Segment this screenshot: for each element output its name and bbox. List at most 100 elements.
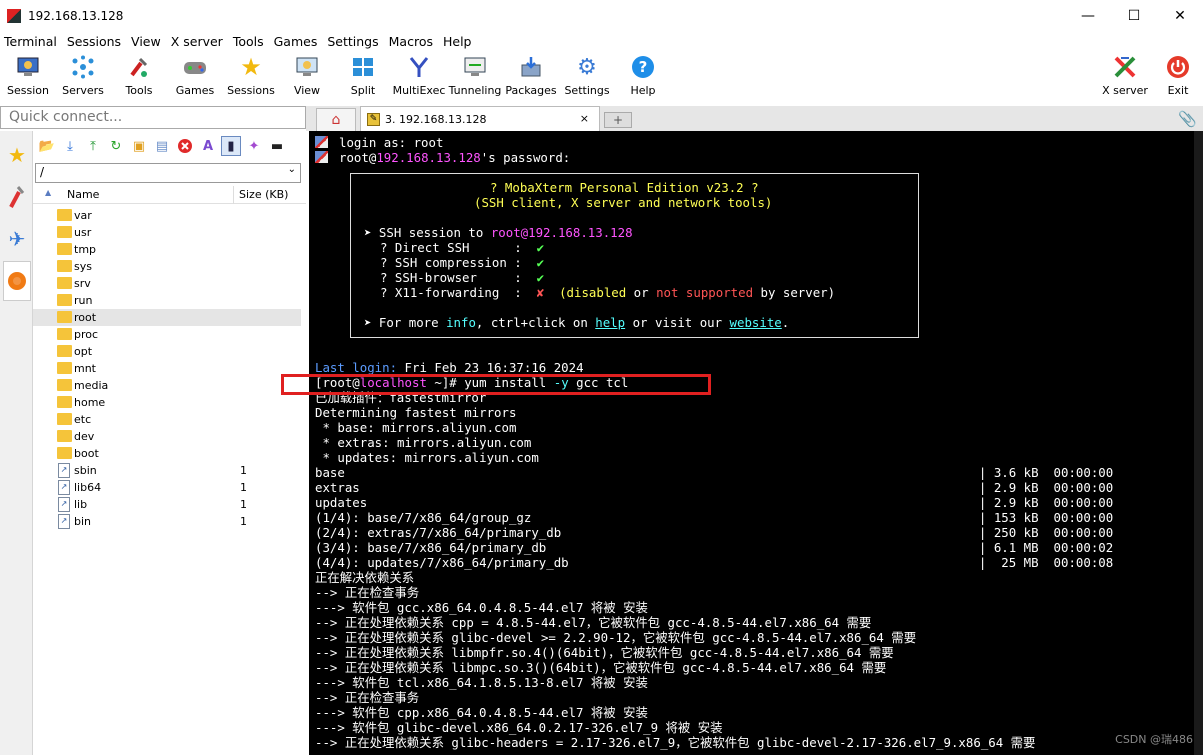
terminal-output-line: (2/4): extras/7/x86_64/primary_db | 250 … [315, 525, 1114, 540]
help-button[interactable]: ? Help [615, 51, 671, 103]
sidebar-macros-icon[interactable]: ✈ [3, 219, 31, 259]
new-file-icon[interactable]: ▤ [152, 136, 172, 156]
refresh-icon[interactable]: ↻ [106, 136, 126, 156]
sidebar-sessions-star-icon[interactable]: ★ [3, 135, 31, 175]
column-name[interactable]: Name [67, 188, 99, 201]
packages-button[interactable]: Packages [503, 51, 559, 103]
menu-tools[interactable]: Tools [233, 34, 264, 49]
file-row[interactable]: ↗ bin 1 [33, 513, 301, 530]
terminal-pane[interactable]: login as: root root@192.168.13.128's pas… [309, 131, 1203, 755]
file-row[interactable]: proc [33, 326, 301, 343]
sidebar-sftp-icon[interactable] [3, 261, 31, 301]
tunneling-button[interactable]: Tunneling [447, 51, 503, 103]
wand-icon[interactable]: ✦ [244, 136, 264, 156]
upload-icon[interactable]: ⤒ [83, 136, 103, 156]
terminal-tab-icon: ✎ [367, 112, 380, 126]
sidebar-strip: ★ ✈ [0, 131, 33, 755]
file-name: home [74, 396, 106, 409]
menu-games[interactable]: Games [274, 34, 318, 49]
file-row[interactable]: etc [33, 411, 301, 428]
maximize-button[interactable]: ☐ [1111, 0, 1157, 31]
servers-icon [70, 54, 96, 80]
website-link[interactable]: website [730, 315, 782, 330]
file-row[interactable]: tmp [33, 241, 301, 258]
file-name: run [74, 294, 93, 307]
terminal-output-line: 正在解决依赖关系 [315, 570, 415, 585]
file-name: lib [74, 498, 88, 511]
menu-macros[interactable]: Macros [389, 34, 433, 49]
minimize-button[interactable]: — [1065, 0, 1111, 31]
file-name: var [74, 209, 92, 222]
file-row[interactable]: ↗ lib64 1 [33, 479, 301, 496]
tools-button[interactable]: Tools [111, 51, 167, 103]
file-row[interactable]: mnt [33, 360, 301, 377]
servers-button[interactable]: Servers [55, 51, 111, 103]
rename-icon[interactable]: A [198, 136, 218, 156]
view-button[interactable]: View [279, 51, 335, 103]
paperclip-icon[interactable]: 📎 [1178, 110, 1197, 128]
last-login-line: Last login: Fri Feb 23 16:37:16 2024 [315, 360, 584, 375]
menu-x-server[interactable]: X server [171, 34, 223, 49]
sessions-button[interactable]: ★ Sessions [223, 51, 279, 103]
file-name: sys [74, 260, 92, 273]
file-row[interactable]: opt [33, 343, 301, 360]
symlink-icon: ↗ [58, 480, 70, 495]
home-tab[interactable]: ⌂ [316, 108, 356, 131]
tab-close-icon[interactable]: × [580, 112, 589, 125]
file-row[interactable]: dev [33, 428, 301, 445]
multiexec-button[interactable]: MultiExec [391, 51, 447, 103]
file-size: 1 [240, 481, 247, 494]
session-icon [15, 54, 41, 80]
file-row[interactable]: usr [33, 224, 301, 241]
games-button[interactable]: Games [167, 51, 223, 103]
sidebar-tools-icon[interactable] [3, 177, 31, 217]
follow-terminal-icon[interactable]: ▮ [221, 136, 241, 156]
x11-forwarding-line: ? X11-forwarding : ✘ (disabled or not su… [380, 285, 836, 300]
folder-icon [57, 362, 72, 374]
new-folder-icon[interactable]: ▣ [129, 136, 149, 156]
file-row[interactable]: var [33, 207, 301, 224]
folder-icon [57, 260, 72, 272]
split-button[interactable]: Split [335, 51, 391, 103]
menu-bar: Terminal Sessions View X server Tools Ga… [0, 31, 1203, 51]
menu-view[interactable]: View [131, 34, 161, 49]
x-server-button[interactable]: X server [1097, 51, 1153, 103]
file-row[interactable]: srv [33, 275, 301, 292]
terminal-icon[interactable]: ▬ [267, 136, 287, 156]
delete-icon[interactable] [175, 136, 195, 156]
column-size[interactable]: Size (KB) [239, 188, 288, 201]
file-row[interactable]: home [33, 394, 301, 411]
close-window-button[interactable]: ✕ [1157, 0, 1203, 31]
session-button[interactable]: Session [0, 51, 56, 103]
download-icon[interactable]: ⤓ [60, 136, 80, 156]
file-row[interactable]: ↗ sbin 1 [33, 462, 301, 479]
chevron-down-icon[interactable]: ⌄ [288, 164, 296, 175]
menu-terminal[interactable]: Terminal [4, 34, 57, 49]
menu-sessions[interactable]: Sessions [67, 34, 121, 49]
file-row[interactable]: root [33, 309, 301, 326]
help-link[interactable]: help [595, 315, 625, 330]
file-row[interactable]: ↗ lib 1 [33, 496, 301, 513]
folder-icon [57, 430, 72, 442]
file-name: bin [74, 515, 92, 528]
tab-session-3[interactable]: ✎ 3. 192.168.13.128 × [360, 106, 600, 131]
terminal-scrollbar[interactable] [1194, 131, 1203, 755]
file-name: media [74, 379, 109, 392]
settings-button[interactable]: ⚙ Settings [559, 51, 615, 103]
menu-help[interactable]: Help [443, 34, 472, 49]
file-row[interactable]: boot [33, 445, 301, 462]
parent-folder-icon[interactable]: 📂 [37, 136, 57, 156]
file-row[interactable]: run [33, 292, 301, 309]
terminal-output-line: * base: mirrors.aliyun.com [315, 420, 517, 435]
new-tab-button[interactable]: + [604, 112, 632, 128]
terminal-output-line: --> 正在处理依赖关系 libmpc.so.3()(64bit)，它被软件包 … [315, 660, 887, 675]
exit-button[interactable]: Exit [1153, 51, 1203, 103]
terminal-output-line: (4/4): updates/7/x86_64/primary_db | 25 … [315, 555, 1114, 570]
file-row[interactable]: sys [33, 258, 301, 275]
quick-connect-input[interactable]: Quick connect... [0, 106, 306, 129]
path-field[interactable]: / ⌄ [35, 163, 301, 183]
menu-settings[interactable]: Settings [327, 34, 378, 49]
multiexec-icon [406, 54, 432, 80]
putty-icon [315, 136, 328, 148]
file-row[interactable]: media [33, 377, 301, 394]
